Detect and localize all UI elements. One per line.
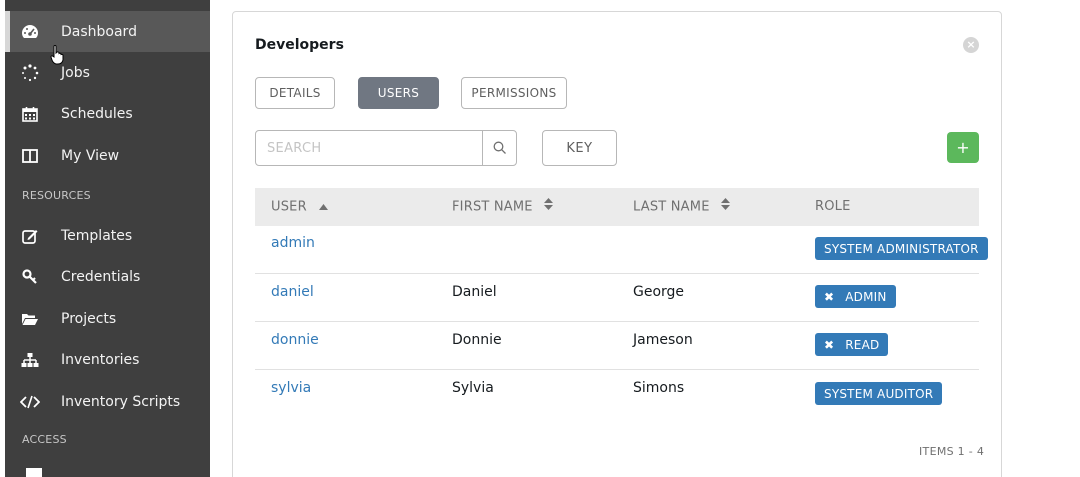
column-header-first-name[interactable]: FIRST NAME: [452, 188, 554, 226]
sidebar-item-label: Dashboard: [61, 23, 137, 40]
sidebar-item-label: Inventory Scripts: [61, 393, 181, 410]
sidebar-item-label: Credentials: [61, 268, 141, 285]
user-link[interactable]: admin: [271, 235, 315, 251]
remove-role-icon[interactable]: ✖: [824, 338, 834, 352]
sort-up-icon: [319, 188, 329, 226]
table-header: USER FIRST NAME LAST NAME ROLE: [255, 188, 979, 226]
search-icon: [493, 141, 506, 154]
close-icon: ×: [966, 38, 976, 51]
edit-icon: [19, 227, 41, 245]
add-user-button[interactable]: +: [947, 132, 979, 163]
role-badge: ✖ READ: [815, 333, 889, 356]
close-button[interactable]: ×: [963, 37, 979, 53]
table-row: admin SYSTEM ADMINISTRATOR: [255, 226, 988, 274]
sidebar-item-label: My View: [61, 147, 120, 164]
sidebar-item-label: Inventories: [61, 351, 140, 368]
tab-permissions[interactable]: PERMISSIONS: [461, 77, 567, 109]
table-row: donnie Donnie Jameson ✖ READ: [255, 322, 979, 370]
last-name-cell: Jameson: [633, 332, 693, 348]
sidebar-item-inventories[interactable]: Inventories: [5, 339, 210, 380]
sidebar-item-label: Schedules: [61, 105, 133, 122]
last-name-cell: Simons: [633, 380, 685, 396]
calendar-icon: [19, 105, 41, 123]
user-link[interactable]: sylvia: [271, 380, 311, 396]
search-box: [255, 130, 517, 166]
panel-title: Developers: [255, 37, 344, 53]
folder-open-icon: [19, 310, 41, 328]
remove-role-icon[interactable]: ✖: [824, 290, 834, 304]
sidebar-item-projects[interactable]: Projects: [5, 298, 210, 339]
first-name-cell: Donnie: [452, 332, 502, 348]
search-button[interactable]: [482, 131, 516, 165]
role-label: ADMIN: [845, 289, 887, 304]
column-header-role: ROLE: [815, 199, 851, 214]
hand-cursor-icon: [50, 45, 64, 65]
first-name-cell: Sylvia: [452, 380, 494, 396]
tab-details[interactable]: DETAILS: [255, 77, 335, 109]
last-name-cell: George: [633, 284, 685, 300]
table-row: sylvia Sylvia Simons SYSTEM AUDITOR: [255, 370, 979, 418]
sort-icon: [720, 188, 730, 226]
sidebar-item-credentials[interactable]: Credentials: [5, 256, 210, 297]
table-row: daniel Daniel George ✖ ADMIN: [255, 274, 979, 322]
sidebar-item-label: Templates: [61, 227, 133, 244]
tab-users[interactable]: USERS: [358, 77, 439, 109]
sidebar-item-label: Projects: [61, 310, 117, 327]
sidebar-item-inventory-scripts[interactable]: Inventory Scripts: [5, 381, 210, 422]
search-input[interactable]: [256, 131, 482, 165]
sidebar-item-dashboard[interactable]: Dashboard: [5, 11, 210, 52]
column-header-last-name[interactable]: LAST NAME: [633, 188, 730, 226]
user-link[interactable]: daniel: [271, 284, 314, 300]
code-icon: [19, 393, 41, 411]
sidebar-item-my-view[interactable]: My View: [5, 135, 210, 176]
role-badge: ✖ ADMIN: [815, 285, 896, 308]
section-header-access: ACCESS: [22, 433, 67, 446]
tachometer-icon: [19, 23, 41, 41]
sidebar-item-jobs[interactable]: Jobs: [5, 52, 210, 93]
column-header-user[interactable]: USER: [271, 188, 329, 226]
sidebar-item-schedules[interactable]: Schedules: [5, 93, 210, 134]
key-icon: [19, 268, 41, 286]
users-icon: [26, 468, 42, 477]
sidebar: Dashboard Jobs Schedules My View RESOURC…: [0, 0, 210, 477]
sitemap-icon: [19, 351, 41, 369]
key-button[interactable]: KEY: [542, 130, 617, 166]
items-count: ITEMS 1 - 4: [919, 445, 985, 458]
section-header-resources: RESOURCES: [22, 189, 91, 202]
role-badge: SYSTEM AUDITOR: [815, 382, 943, 405]
columns-icon: [19, 147, 41, 165]
sort-icon: [544, 188, 554, 226]
spinner-icon: [19, 63, 41, 82]
sidebar-item-label: Jobs: [61, 64, 90, 81]
team-users-panel: Developers × DETAILS USERS PERMISSIONS K…: [232, 11, 1002, 477]
plus-icon: +: [956, 138, 970, 157]
sidebar-item-templates[interactable]: Templates: [5, 215, 210, 256]
first-name-cell: Daniel: [452, 284, 497, 300]
role-badge: SYSTEM ADMINISTRATOR: [815, 237, 988, 260]
role-label: READ: [845, 337, 880, 352]
user-link[interactable]: donnie: [271, 332, 319, 348]
